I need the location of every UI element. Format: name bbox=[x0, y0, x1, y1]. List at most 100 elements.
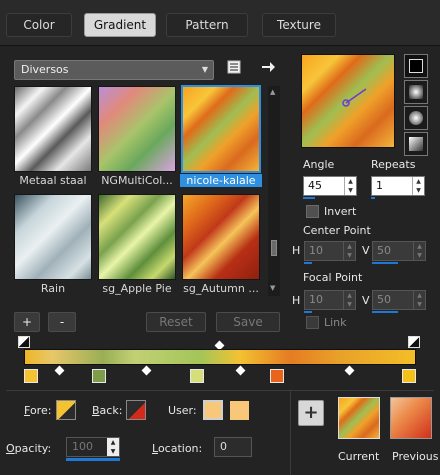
gradient-swatch bbox=[14, 86, 92, 172]
opacity-label: Opacity: bbox=[6, 442, 52, 455]
center-v-slider[interactable] bbox=[372, 262, 398, 264]
gallery-scrollbar[interactable]: ▲ ▼ bbox=[268, 86, 280, 296]
start-transparency-stop-icon[interactable] bbox=[18, 336, 30, 348]
arrow-right-icon[interactable] bbox=[260, 59, 276, 75]
focal-h-spinner[interactable]: 10 ▲ ▼ bbox=[304, 290, 356, 310]
invert-label: Invert bbox=[324, 205, 357, 218]
repeats-spinner[interactable]: 1 ▲ ▼ bbox=[371, 176, 425, 196]
spinner-arrows-icon[interactable]: ▲ ▼ bbox=[343, 242, 355, 260]
color-stop-icon[interactable] bbox=[24, 369, 38, 383]
linear-style-icon bbox=[409, 59, 423, 73]
back-label: Back: bbox=[92, 404, 123, 417]
opacity-slider[interactable] bbox=[66, 458, 120, 461]
color-stop-icon[interactable] bbox=[190, 369, 205, 383]
focal-point-label: Focal Point bbox=[303, 271, 363, 284]
add-gradient-button[interactable]: + bbox=[14, 312, 40, 332]
angle-value: 45 bbox=[308, 179, 322, 192]
remove-gradient-button[interactable]: - bbox=[48, 312, 76, 332]
color-midpoint-icon[interactable] bbox=[141, 365, 151, 376]
end-transparency-stop-icon[interactable] bbox=[408, 336, 420, 348]
color-stop-icon[interactable] bbox=[269, 369, 284, 383]
spinner-arrows-icon[interactable]: ▲ ▼ bbox=[413, 291, 425, 309]
user-color-swatch[interactable] bbox=[203, 400, 223, 420]
center-h-spinner[interactable]: 10 ▲ ▼ bbox=[304, 241, 356, 261]
current-label: Current bbox=[338, 450, 380, 463]
user-color-swatch-2[interactable] bbox=[230, 401, 249, 420]
radial-style-button[interactable] bbox=[404, 132, 428, 156]
scroll-down-icon[interactable]: ▼ bbox=[270, 284, 275, 292]
color-midpoint-icon[interactable] bbox=[54, 365, 65, 376]
location-field[interactable]: 0 bbox=[214, 437, 252, 457]
reset-button[interactable]: Reset bbox=[146, 312, 206, 332]
location-label: Location: bbox=[152, 442, 203, 455]
tab-texture[interactable]: Texture bbox=[262, 13, 336, 37]
gradient-tile-label: Metaal staal bbox=[19, 174, 87, 187]
center-h-slider[interactable] bbox=[304, 262, 312, 264]
previous-label: Previous bbox=[392, 450, 439, 463]
category-dropdown[interactable]: Diversos ▼ bbox=[14, 60, 214, 80]
rectangular-style-icon bbox=[409, 85, 423, 99]
gradient-swatch bbox=[181, 85, 261, 173]
spinner-arrows-icon[interactable]: ▲ ▼ bbox=[344, 177, 356, 195]
focal-v-spinner[interactable]: 50 ▲ ▼ bbox=[372, 290, 426, 310]
focal-v-slider[interactable] bbox=[372, 311, 398, 313]
add-to-swatches-button[interactable]: + bbox=[298, 400, 324, 426]
gradient-tile-label: NGMultiCol... bbox=[101, 174, 173, 187]
spinner-arrows-icon[interactable]: ▲ ▼ bbox=[413, 242, 425, 260]
tab-bar: Color Gradient Pattern Texture bbox=[0, 0, 440, 46]
spinner-arrows-icon[interactable]: ▲ ▼ bbox=[412, 177, 424, 195]
tab-color[interactable]: Color bbox=[6, 13, 72, 37]
focal-v-value: 50 bbox=[377, 293, 391, 306]
color-stop-icon[interactable] bbox=[402, 369, 416, 383]
color-stop-icon[interactable] bbox=[92, 369, 107, 383]
color-midpoint-icon[interactable] bbox=[344, 365, 355, 376]
gradient-tile-selected[interactable]: nicole-kalale bbox=[180, 85, 262, 187]
tab-pattern[interactable]: Pattern bbox=[166, 13, 248, 37]
save-button[interactable]: Save bbox=[216, 312, 280, 332]
library-icon[interactable] bbox=[226, 59, 242, 75]
current-gradient-swatch[interactable] bbox=[338, 397, 380, 439]
gradient-bar[interactable] bbox=[24, 349, 416, 365]
spinner-arrows-icon[interactable]: ▲ ▼ bbox=[343, 291, 355, 309]
center-point-label: Center Point bbox=[303, 224, 371, 237]
scrollbar-thumb[interactable] bbox=[271, 240, 277, 256]
gradient-tile[interactable]: sg_Autumn ... bbox=[182, 194, 260, 295]
gradient-tile-label: nicole-kalale bbox=[180, 174, 262, 187]
gradient-tile[interactable]: Rain bbox=[14, 194, 92, 295]
back-color-swatch[interactable] bbox=[126, 400, 146, 420]
user-label: User: bbox=[168, 404, 197, 417]
gradient-tile-label: sg_Autumn ... bbox=[183, 282, 259, 295]
repeats-slider[interactable] bbox=[371, 197, 375, 199]
gradient-tile[interactable]: sg_Apple Pie bbox=[98, 194, 176, 295]
linear-style-button[interactable] bbox=[404, 54, 428, 78]
tab-gradient[interactable]: Gradient bbox=[84, 13, 156, 37]
repeats-value: 1 bbox=[376, 179, 383, 192]
divider bbox=[6, 390, 434, 391]
angle-spinner[interactable]: 45 ▲ ▼ bbox=[303, 176, 357, 196]
spinner-arrows-icon[interactable]: ▲ ▼ bbox=[107, 438, 119, 456]
color-midpoint-icon[interactable] bbox=[235, 365, 246, 376]
invert-checkbox[interactable] bbox=[306, 205, 319, 218]
angle-label: Angle bbox=[303, 158, 335, 171]
link-label: Link bbox=[324, 316, 347, 329]
gradient-preview[interactable] bbox=[301, 54, 395, 148]
focal-h-slider[interactable] bbox=[304, 311, 312, 313]
radial-style-icon bbox=[409, 137, 423, 151]
angle-slider[interactable] bbox=[303, 197, 315, 199]
gradient-swatch bbox=[98, 86, 176, 172]
opacity-field[interactable]: 100 ▲ ▼ bbox=[66, 437, 120, 457]
link-checkbox[interactable] bbox=[306, 316, 319, 329]
fore-color-swatch[interactable] bbox=[56, 400, 76, 420]
gradient-tile[interactable]: Metaal staal bbox=[14, 86, 92, 187]
previous-gradient-swatch[interactable] bbox=[390, 397, 432, 439]
scroll-up-icon[interactable]: ▲ bbox=[270, 88, 275, 96]
fore-label: Fore: bbox=[24, 404, 52, 417]
focal-v-label: V bbox=[362, 294, 370, 307]
divider bbox=[290, 391, 291, 475]
opacity-value: 100 bbox=[72, 440, 93, 453]
center-v-spinner[interactable]: 50 ▲ ▼ bbox=[372, 241, 426, 261]
gradient-tile[interactable]: NGMultiCol... bbox=[98, 86, 176, 187]
sunburst-style-button[interactable] bbox=[404, 106, 428, 130]
rectangular-style-button[interactable] bbox=[404, 80, 428, 104]
color-stops-row bbox=[24, 365, 416, 384]
